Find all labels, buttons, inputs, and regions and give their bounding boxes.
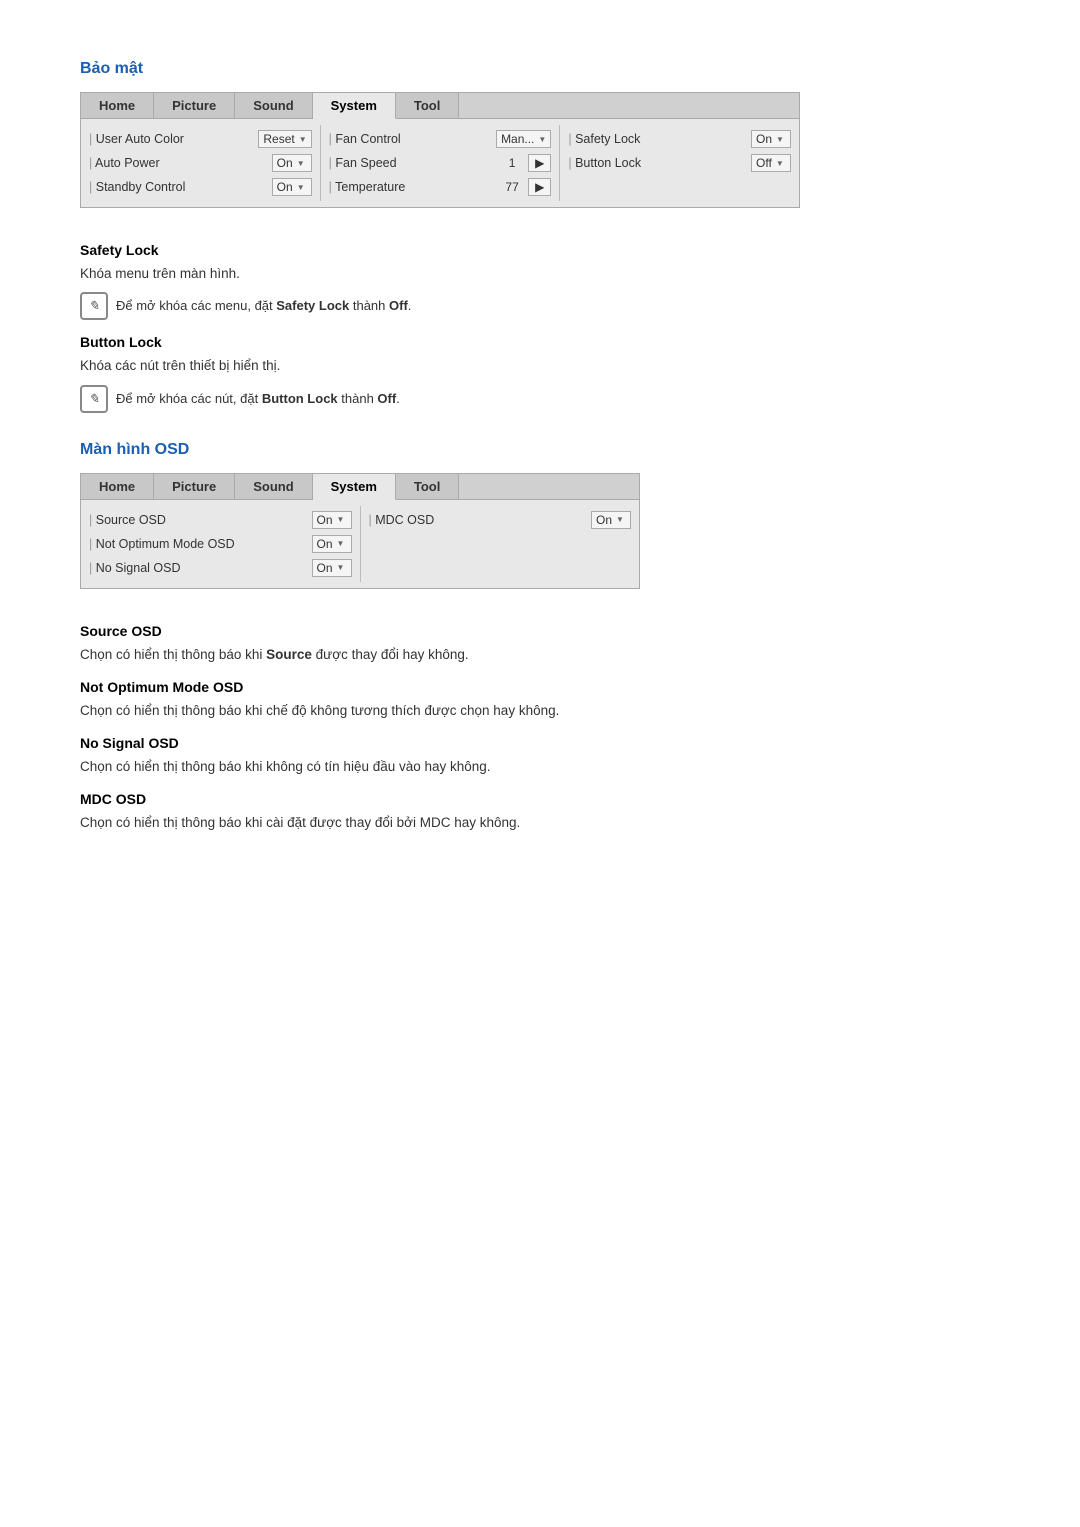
label-temperature: Temperature [329,180,498,194]
row-not-optimum-osd: Not Optimum Mode OSD On [89,532,352,556]
no-signal-osd-title: No Signal OSD [80,735,1000,751]
mdc-osd-desc: Chọn có hiển thị thông báo khi cài đặt đ… [80,813,1000,833]
dropdown-fan-control[interactable]: Man... [496,130,551,148]
osd-col-1: Source OSD On Not Optimum Mode OSD On No… [81,506,361,582]
row-auto-power: Auto Power On [89,151,312,175]
value-auto-power: On [272,154,312,172]
bao-mat-col-1: User Auto Color Reset Auto Power On Stan… [81,125,321,201]
label-no-signal-osd: No Signal OSD [89,561,312,575]
label-source-osd: Source OSD [89,513,312,527]
tab-tool-2[interactable]: Tool [396,474,459,499]
bao-mat-title: Bảo mật [80,60,1000,78]
no-signal-osd-subsection: No Signal OSD Chọn có hiển thị thông báo… [80,735,1000,777]
row-safety-lock: Safety Lock On [568,127,791,151]
dropdown-source-osd[interactable]: On [312,511,352,529]
man-hinh-osd-section: Màn hình OSD Home Picture Sound System T… [80,441,1000,834]
row-source-osd: Source OSD On [89,508,352,532]
value-standby-control: On [272,178,312,196]
bao-mat-menu-table: Home Picture Sound System Tool User Auto… [80,92,800,208]
button-lock-note: ✎ Để mở khóa các nút, đặt Button Lock th… [80,385,1000,413]
tab-home-2[interactable]: Home [81,474,154,499]
source-osd-subsection: Source OSD Chọn có hiển thị thông báo kh… [80,623,1000,665]
source-osd-title: Source OSD [80,623,1000,639]
bao-mat-col-2: Fan Control Man... Fan Speed 1 ▶ Tempera… [321,125,561,201]
not-optimum-osd-desc: Chọn có hiển thị thông báo khi chế độ kh… [80,701,1000,721]
fan-speed-nav-right[interactable]: ▶ [528,154,551,172]
safety-lock-note: ✎ Để mở khóa các menu, đặt Safety Lock t… [80,292,1000,320]
row-button-lock: Button Lock Off [568,151,791,175]
note-icon-1: ✎ [80,292,108,320]
value-not-optimum-osd: On [312,535,352,553]
row-user-auto-color: User Auto Color Reset [89,127,312,151]
source-osd-desc: Chọn có hiển thị thông báo khi Source đư… [80,645,1000,665]
label-fan-control: Fan Control [329,132,496,146]
tab-system-1[interactable]: System [313,93,396,119]
label-mdc-osd: MDC OSD [369,513,592,527]
dropdown-button-lock[interactable]: Off [751,154,791,172]
tab-tool-1[interactable]: Tool [396,93,459,118]
button-lock-desc: Khóa các nút trên thiết bị hiển thị. [80,356,1000,376]
row-fan-speed: Fan Speed 1 ▶ [329,151,552,175]
row-mdc-osd: MDC OSD On [369,508,632,532]
bao-mat-col-3: Safety Lock On Button Lock Off [560,125,799,201]
dropdown-no-signal-osd[interactable]: On [312,559,352,577]
temperature-nav-right[interactable]: ▶ [528,178,551,196]
safety-lock-note-text: Để mở khóa các menu, đặt Safety Lock thà… [116,292,411,316]
label-fan-speed: Fan Speed [329,156,498,170]
label-safety-lock: Safety Lock [568,132,751,146]
dropdown-user-auto-color[interactable]: Reset [258,130,311,148]
dropdown-standby-control[interactable]: On [272,178,312,196]
osd-col-2: MDC OSD On [361,506,640,582]
label-button-lock: Button Lock [568,156,751,170]
bao-mat-tab-bar: Home Picture Sound System Tool [81,93,799,119]
bao-mat-menu-body: User Auto Color Reset Auto Power On Stan… [81,119,799,207]
fan-speed-value: 1 [498,155,526,171]
dropdown-mdc-osd[interactable]: On [591,511,631,529]
mdc-osd-subsection: MDC OSD Chọn có hiển thị thông báo khi c… [80,791,1000,833]
temperature-value: 77 [498,179,526,195]
tab-picture-2[interactable]: Picture [154,474,235,499]
label-auto-power: Auto Power [89,156,272,170]
osd-menu-body: Source OSD On Not Optimum Mode OSD On No… [81,500,639,588]
label-not-optimum-osd: Not Optimum Mode OSD [89,537,312,551]
row-standby-control: Standby Control On [89,175,312,199]
safety-lock-subsection: Safety Lock Khóa menu trên màn hình. ✎ Đ… [80,242,1000,320]
safety-lock-desc: Khóa menu trên màn hình. [80,264,1000,284]
value-mdc-osd: On [591,511,631,529]
row-temperature: Temperature 77 ▶ [329,175,552,199]
value-temperature: 77 ▶ [498,178,551,196]
tab-sound-2[interactable]: Sound [235,474,312,499]
tab-picture-1[interactable]: Picture [154,93,235,118]
value-source-osd: On [312,511,352,529]
label-standby-control: Standby Control [89,180,272,194]
bao-mat-section: Bảo mật Home Picture Sound System Tool U… [80,60,1000,413]
tab-system-2[interactable]: System [313,474,396,500]
tab-home-1[interactable]: Home [81,93,154,118]
dropdown-auto-power[interactable]: On [272,154,312,172]
value-no-signal-osd: On [312,559,352,577]
dropdown-not-optimum-osd[interactable]: On [312,535,352,553]
value-fan-speed: 1 ▶ [498,154,551,172]
not-optimum-osd-subsection: Not Optimum Mode OSD Chọn có hiển thị th… [80,679,1000,721]
mdc-osd-title: MDC OSD [80,791,1000,807]
man-hinh-osd-title: Màn hình OSD [80,441,1000,459]
safety-lock-title: Safety Lock [80,242,1000,258]
dropdown-safety-lock[interactable]: On [751,130,791,148]
value-user-auto-color: Reset [258,130,311,148]
label-user-auto-color: User Auto Color [89,132,258,146]
button-lock-subsection: Button Lock Khóa các nút trên thiết bị h… [80,334,1000,412]
row-fan-control: Fan Control Man... [329,127,552,151]
tab-sound-1[interactable]: Sound [235,93,312,118]
note-icon-2: ✎ [80,385,108,413]
value-button-lock: Off [751,154,791,172]
not-optimum-osd-title: Not Optimum Mode OSD [80,679,1000,695]
osd-tab-bar: Home Picture Sound System Tool [81,474,639,500]
osd-menu-table: Home Picture Sound System Tool Source OS… [80,473,640,589]
no-signal-osd-desc: Chọn có hiển thị thông báo khi không có … [80,757,1000,777]
value-safety-lock: On [751,130,791,148]
button-lock-note-text: Để mở khóa các nút, đặt Button Lock thàn… [116,385,400,409]
button-lock-title: Button Lock [80,334,1000,350]
value-fan-control: Man... [496,130,551,148]
row-no-signal-osd: No Signal OSD On [89,556,352,580]
